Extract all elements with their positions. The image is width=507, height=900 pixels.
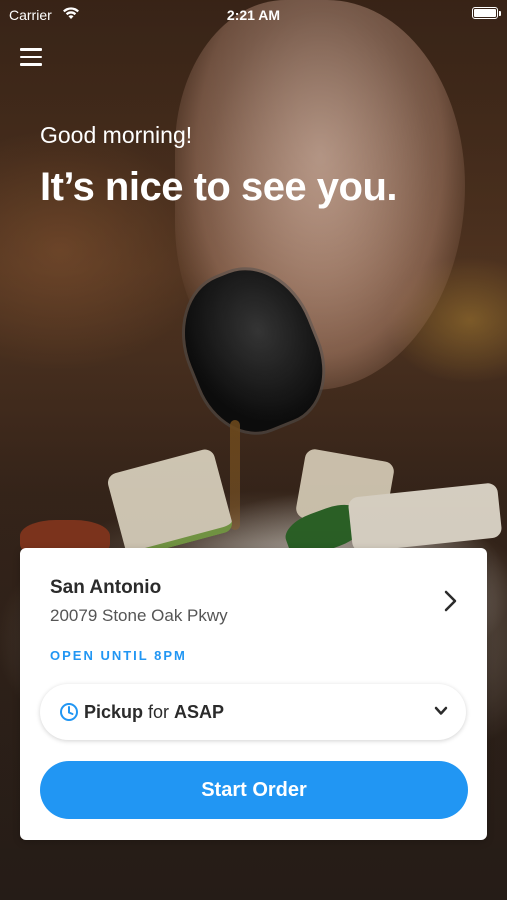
menu-line xyxy=(20,63,42,66)
menu-line xyxy=(20,55,42,58)
menu-line xyxy=(20,48,42,51)
headline-text: It’s nice to see you. xyxy=(40,165,398,209)
order-mode-text: Pickup for ASAP xyxy=(84,702,224,723)
order-mode-connector: for xyxy=(143,702,175,722)
battery-tip xyxy=(499,11,501,16)
order-time-value: ASAP xyxy=(174,702,225,722)
clock-icon xyxy=(60,703,78,721)
order-card: San Antonio 20079 Stone Oak Pkwy OPEN UN… xyxy=(20,548,487,840)
location-name: San Antonio xyxy=(50,577,162,598)
order-mode-dropdown[interactable]: Pickup for ASAP xyxy=(40,684,466,740)
greeting-text: Good morning! xyxy=(40,122,193,148)
location-selector[interactable]: San Antonio 20079 Stone Oak Pkwy xyxy=(20,548,487,648)
status-bar: Carrier 2:21 AM xyxy=(0,0,507,30)
chevron-down-icon xyxy=(434,706,448,715)
status-time: 2:21 AM xyxy=(226,7,281,23)
hamburger-menu-icon[interactable] xyxy=(20,48,42,68)
start-order-button[interactable]: Start Order xyxy=(40,761,468,819)
location-address: 20079 Stone Oak Pkwy xyxy=(50,606,228,625)
order-mode-value: Pickup xyxy=(84,702,144,722)
battery-icon xyxy=(472,7,501,19)
chevron-right-icon[interactable] xyxy=(443,590,459,612)
open-status-label: OPEN UNTIL 8PM xyxy=(50,648,187,663)
battery-fill xyxy=(474,9,496,17)
